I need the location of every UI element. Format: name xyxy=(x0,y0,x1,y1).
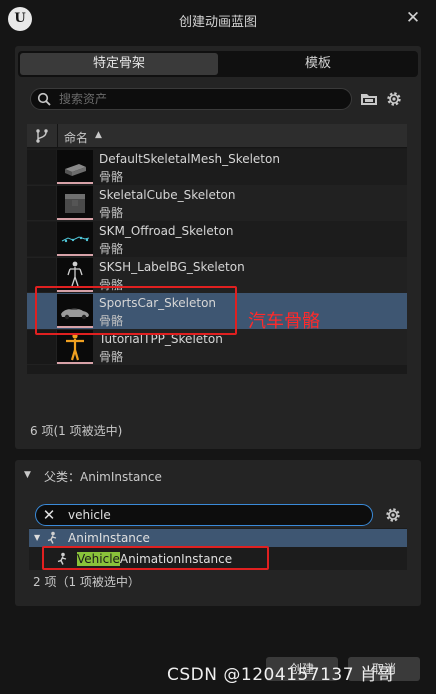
row-gutter xyxy=(27,222,56,256)
tab-bar: 特定骨架 模板 xyxy=(18,51,418,77)
parent-class-label: 父类：AnimInstance xyxy=(44,470,162,484)
collapse-caret-icon: ▼ xyxy=(24,470,31,480)
settings-gear-icon[interactable] xyxy=(384,506,402,524)
offroad-skeleton-icon xyxy=(57,222,93,256)
box-icon xyxy=(57,150,93,184)
row-type: 骨骼 xyxy=(99,170,124,184)
annotation-box-sportscar xyxy=(35,286,237,335)
row-type: 骨骼 xyxy=(99,242,124,256)
row-name: SKSH_LabelBG_Skeleton xyxy=(99,260,245,274)
sort-ascending-icon: ▲ xyxy=(95,130,102,140)
branch-filter-icon[interactable] xyxy=(34,128,50,144)
name-column-header[interactable]: 命名 xyxy=(64,129,88,146)
row-gutter xyxy=(27,330,56,364)
class-item-count: 2 项（1 项被选中） xyxy=(33,575,140,589)
tree-item-animinstance[interactable]: ▼ AnimInstance xyxy=(29,529,407,547)
annotation-label: 汽车骨骼 xyxy=(248,311,320,332)
search-icon xyxy=(37,92,51,106)
row-name: SKM_Offroad_Skeleton xyxy=(99,224,234,238)
skeleton-panel: 特定骨架 模板 命名 ▲ xyxy=(15,46,421,449)
annotation-box-vehicle xyxy=(42,546,269,570)
watermark: CSDN @1204157137 肖哥 xyxy=(167,665,395,685)
parent-class-panel: ▼ 父类：AnimInstance ✕ ▼ AnimInstance Vehic… xyxy=(15,460,421,606)
row-type: 骨骼 xyxy=(99,206,124,220)
asset-search-input[interactable] xyxy=(59,91,339,107)
clear-search-icon[interactable]: ✕ xyxy=(42,505,56,525)
expand-caret-icon[interactable]: ▼ xyxy=(34,533,40,542)
anim-class-icon xyxy=(47,531,57,544)
row-gutter xyxy=(27,150,56,184)
row-name: SkeletalCube_Skeleton xyxy=(99,188,236,202)
skeleton-row[interactable]: SkeletalCube_Skeleton 骨骼 xyxy=(27,185,407,221)
window-title: 创建动画蓝图 xyxy=(178,15,257,30)
class-search-input[interactable] xyxy=(68,507,358,523)
skeleton-row[interactable]: SKM_Offroad_Skeleton 骨骼 xyxy=(27,221,407,257)
row-gutter xyxy=(27,186,56,220)
skeleton-row[interactable]: DefaultSkeletalMesh_Skeleton 骨骼 xyxy=(27,149,407,185)
settings-gear-icon[interactable] xyxy=(385,90,403,108)
header-divider xyxy=(57,124,58,148)
row-name: DefaultSkeletalMesh_Skeleton xyxy=(99,152,280,166)
list-header: 命名 ▲ xyxy=(27,124,407,148)
item-count: 6 项(1 项被选中) xyxy=(30,424,123,438)
tab-specific-skeleton[interactable]: 特定骨架 xyxy=(20,53,218,75)
mannequin-icon xyxy=(57,330,93,364)
title-bar: U 创建动画蓝图 ✕ xyxy=(0,0,436,38)
tab-template[interactable]: 模板 xyxy=(220,53,416,75)
close-icon[interactable]: ✕ xyxy=(404,9,422,27)
cube-icon xyxy=(57,186,93,220)
tree-item-label: AnimInstance xyxy=(68,531,150,545)
row-type: 骨骼 xyxy=(99,350,124,364)
class-search-box[interactable]: ✕ xyxy=(35,504,373,526)
parent-class-header[interactable]: ▼ 父类：AnimInstance xyxy=(15,460,421,490)
folder-icon[interactable] xyxy=(360,91,378,107)
skeleton-list: 命名 ▲ DefaultSkeletalMesh_Skeleton 骨骼 Ske… xyxy=(27,124,407,374)
asset-search-box[interactable] xyxy=(30,88,352,110)
